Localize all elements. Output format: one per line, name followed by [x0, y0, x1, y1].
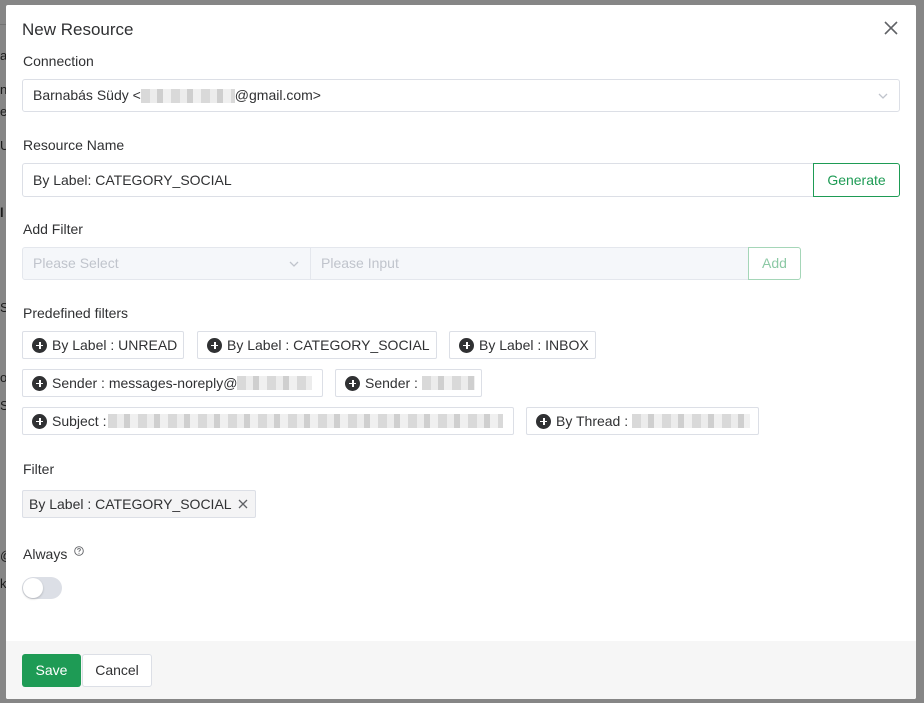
chip-label: Sender : messages-noreply@ [52, 375, 238, 391]
predefined-filters-label: Predefined filters [23, 305, 129, 321]
predefined-filter-chip[interactable]: Sender : messages-noreply@ [22, 369, 323, 397]
filter-label: Filter [23, 461, 55, 477]
predefined-filter-chip[interactable]: By Label : UNREAD [22, 331, 185, 359]
dialog-footer: Save Cancel [6, 641, 916, 699]
redacted-text [632, 414, 751, 428]
connection-select[interactable]: Barnabás Südy < @gmail.com> [22, 79, 900, 112]
redacted-text [421, 376, 475, 390]
predefined-filter-chip[interactable]: Sender : [335, 369, 482, 397]
filter-value-input[interactable]: Please Input [311, 247, 749, 280]
redacted-email-part [140, 88, 235, 103]
filter-type-placeholder: Please Select [33, 255, 119, 271]
plus-circle-icon [32, 375, 47, 391]
redacted-text [237, 376, 313, 390]
chip-label: By Label : CATEGORY_SOCIAL [227, 337, 430, 353]
chip-label: By Label : INBOX [479, 337, 589, 353]
plus-circle-icon [345, 375, 360, 391]
question-circle-icon[interactable] [74, 546, 84, 556]
connection-email-suffix: @gmail.com> [234, 87, 321, 103]
save-button[interactable]: Save [22, 654, 81, 687]
resource-name-input[interactable]: By Label: CATEGORY_SOCIAL [22, 163, 814, 197]
predefined-filter-chip[interactable]: By Label : CATEGORY_SOCIAL [197, 331, 437, 359]
plus-circle-icon [207, 337, 222, 353]
generate-button[interactable]: Generate [813, 163, 900, 197]
chevron-down-icon [289, 261, 299, 267]
active-filter-tag: By Label : CATEGORY_SOCIAL [22, 490, 256, 518]
close-icon[interactable] [882, 19, 900, 37]
predefined-filter-chip[interactable]: By Thread : [526, 407, 759, 435]
filter-type-select[interactable]: Please Select [22, 247, 311, 280]
chip-label: Sender : [365, 375, 418, 391]
always-label: Always [23, 546, 68, 562]
plus-circle-icon [459, 337, 474, 353]
chevron-down-icon [878, 93, 888, 99]
active-filter-text: By Label : CATEGORY_SOCIAL [29, 496, 232, 512]
add-filter-button[interactable]: Add [748, 247, 801, 280]
chip-label: By Thread : [556, 413, 629, 429]
plus-circle-icon [32, 337, 47, 353]
plus-circle-icon [536, 413, 551, 429]
chip-label: By Label : UNREAD [52, 337, 178, 353]
always-toggle[interactable] [22, 577, 62, 599]
dialog-title: New Resource [22, 20, 134, 39]
predefined-filter-chip[interactable]: By Label : INBOX [449, 331, 596, 359]
connection-name: Barnabás Südy < [33, 87, 141, 103]
chip-label: Subject : [52, 413, 107, 429]
close-icon[interactable] [237, 498, 249, 510]
plus-circle-icon [32, 413, 47, 429]
redacted-text [108, 414, 504, 428]
connection-label: Connection [23, 53, 94, 69]
toggle-knob [23, 578, 43, 598]
new-resource-dialog: New Resource Connection Barnabás Südy < … [6, 5, 916, 699]
cancel-button[interactable]: Cancel [82, 654, 152, 687]
add-filter-label: Add Filter [23, 221, 83, 237]
resource-name-label: Resource Name [23, 137, 125, 153]
predefined-filter-chip[interactable]: Subject : [22, 407, 514, 435]
